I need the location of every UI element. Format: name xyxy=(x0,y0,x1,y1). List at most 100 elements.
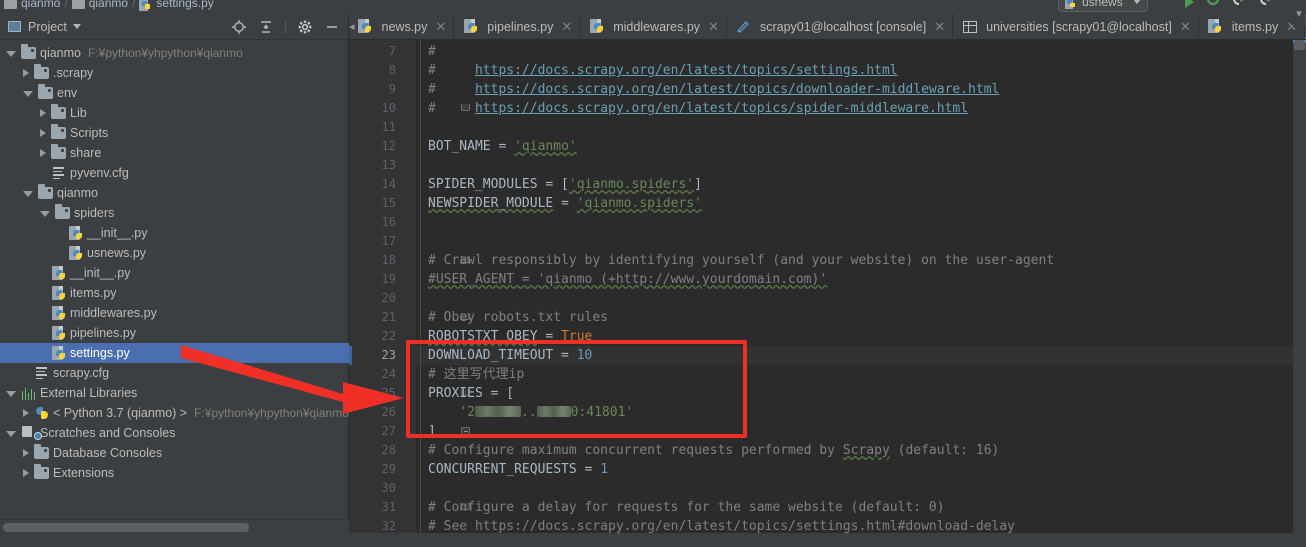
close-icon[interactable]: ✕ xyxy=(708,20,719,33)
tree-item-qianmo[interactable]: qianmo xyxy=(0,183,349,203)
tree-item-lib[interactable]: Lib xyxy=(0,103,349,123)
code-editor[interactable]: 7 8 9 10 11 12 13 14 15 16 17 18 19 20 21 22 23 24 25 26 27 2… xyxy=(349,40,1306,547)
code-token: (default: 16) xyxy=(889,443,1000,458)
chevron-right-icon[interactable] xyxy=(40,129,46,137)
breadcrumb-part-2[interactable]: settings.py xyxy=(156,0,213,10)
code-line[interactable]: ] xyxy=(428,422,436,441)
coverage-icon[interactable] xyxy=(1259,0,1274,11)
tree-item-qianmo[interactable]: qianmo F:¥python¥yhpython¥qianmo xyxy=(0,43,349,63)
tree-item-external-libraries[interactable]: External Libraries xyxy=(0,383,349,403)
scratches-icon xyxy=(20,426,42,440)
editor-tab-news-py[interactable]: news.py ✕ xyxy=(355,14,455,39)
code-line[interactable]: # xyxy=(428,42,436,61)
code-content[interactable]: # # https://docs.scrapy.org/en/latest/top… xyxy=(416,40,1306,547)
tree-item-spiders[interactable]: spiders xyxy=(0,203,349,223)
collapse-all-icon[interactable] xyxy=(258,19,274,35)
editor-tab-pipelines-py[interactable]: pipelines.py ✕ xyxy=(454,14,581,39)
tree-item-env[interactable]: env xyxy=(0,83,349,103)
code-line[interactable]: # Configure maximum concurrent requests … xyxy=(428,441,999,460)
code-line[interactable]: # https://docs.scrapy.org/en/latest/topi… xyxy=(428,99,968,118)
tree-item-middlewares-py[interactable]: middlewares.py xyxy=(0,303,349,323)
tree-item-settings-py[interactable]: settings.py xyxy=(0,343,349,363)
tree-item-database-consoles[interactable]: Database Consoles xyxy=(0,443,349,463)
tree-item-share[interactable]: share xyxy=(0,143,349,163)
run-configuration-selector[interactable]: usnews xyxy=(1058,0,1148,12)
project-horizontal-scrollbar[interactable] xyxy=(0,519,349,533)
close-icon[interactable]: ✕ xyxy=(1180,20,1191,33)
code-line[interactable]: DOWNLOAD_TIMEOUT = 10 xyxy=(428,346,592,365)
build-icon[interactable] xyxy=(1206,0,1220,11)
editor-tab-universities-scrapy01-localhost[interactable]: universities [scrapy01@localhost] ✕ xyxy=(953,14,1199,39)
hide-icon[interactable] xyxy=(324,19,340,35)
code-line[interactable]: CONCURRENT_REQUESTS = 1 xyxy=(428,460,608,479)
chevron-right-icon[interactable] xyxy=(23,409,29,417)
code-folding-strip[interactable] xyxy=(404,40,470,547)
tree-item-scrapy-cfg[interactable]: scrapy.cfg xyxy=(0,363,349,383)
code-line[interactable]: BOT_NAME = 'qianmo' xyxy=(428,137,577,156)
chevron-down-icon[interactable] xyxy=(6,51,16,57)
code-line[interactable]: '2.. 0:41801' xyxy=(428,403,633,422)
code-line[interactable]: PROXIES = [ xyxy=(428,384,514,403)
code-token: 0:41801' xyxy=(570,405,634,420)
code-line[interactable]: # 这里写代理ip xyxy=(428,365,524,384)
tree-item-label: Scratches and Consoles xyxy=(40,426,176,440)
chevron-right-icon[interactable] xyxy=(23,449,29,457)
tree-item-scratches-and-consoles[interactable]: Scratches and Consoles xyxy=(0,423,349,443)
tree-item-items-py[interactable]: items.py xyxy=(0,283,349,303)
code-token: # Configure maximum concurrent requests … xyxy=(428,443,843,458)
close-icon[interactable]: ✕ xyxy=(561,20,572,33)
project-tree[interactable]: qianmo F:¥python¥yhpython¥qianmo .scrapy en… xyxy=(0,40,349,517)
code-line[interactable]: NEWSPIDER_MODULE = 'qianmo.spiders' xyxy=(428,194,702,213)
code-token: 1 xyxy=(600,462,609,477)
tree-item-init-py[interactable]: __init__.py xyxy=(0,223,349,243)
run-icon[interactable] xyxy=(1185,0,1194,8)
code-line[interactable]: ROBOTSTXT_OBEY = True xyxy=(428,327,592,346)
code-line[interactable]: # Crawl responsibly by identifying yours… xyxy=(428,251,1054,270)
editor-tab-bar[interactable]: ◂ news.py ✕ pipelines.py ✕ middlewares.py ✕ scr… xyxy=(349,14,1306,40)
editor-tab-items-py[interactable]: items.py ✕ xyxy=(1199,14,1306,39)
close-icon[interactable]: ✕ xyxy=(934,20,945,33)
chevron-down-icon[interactable] xyxy=(23,191,33,197)
scrollbar-thumb[interactable] xyxy=(3,523,249,532)
close-icon[interactable]: ✕ xyxy=(435,20,446,33)
breadcrumb-part-1[interactable]: qianmo xyxy=(89,0,128,10)
chevron-down-icon[interactable] xyxy=(6,391,16,397)
code-line[interactable]: SPIDER_MODULES = ['qianmo.spiders'] xyxy=(428,175,702,194)
chevron-right-icon[interactable] xyxy=(23,469,29,477)
tree-item-extensions[interactable]: Extensions xyxy=(0,463,349,483)
editor-tab-middlewares-py[interactable]: middlewares.py ✕ xyxy=(580,14,727,39)
editor-tab-scrapy01-localhost-console[interactable]: scrapy01@localhost [console] ✕ xyxy=(727,14,954,39)
chevron-right-icon[interactable] xyxy=(40,149,46,157)
chevron-down-icon[interactable] xyxy=(23,91,33,97)
tree-item-pipelines-py[interactable]: pipelines.py xyxy=(0,323,349,343)
breadcrumb-part-0[interactable]: qianmo xyxy=(21,0,60,10)
chevron-down-icon[interactable] xyxy=(6,431,16,437)
settings-gear-icon[interactable] xyxy=(297,19,313,35)
code-line[interactable]: # Obey robots.txt rules xyxy=(428,308,608,327)
debug-icon[interactable] xyxy=(1232,0,1247,11)
tree-item-init-py[interactable]: __init__.py xyxy=(0,263,349,283)
line-number: 30 xyxy=(381,481,396,495)
tree-item-scripts[interactable]: Scripts xyxy=(0,123,349,143)
tree-item-python-3-7-qianmo[interactable]: < Python 3.7 (qianmo) > F:¥python¥yhpytho… xyxy=(0,403,349,423)
code-line[interactable]: #USER_AGENT = 'qianmo (+http://www.yourd… xyxy=(428,270,827,289)
tree-item-scrapy[interactable]: .scrapy xyxy=(0,63,349,83)
chevron-right-icon[interactable] xyxy=(40,109,46,117)
code-token: # xyxy=(428,101,475,116)
chevron-down-icon[interactable] xyxy=(40,211,50,217)
chevron-right-icon[interactable] xyxy=(23,69,29,77)
chevron-down-icon[interactable] xyxy=(72,24,81,29)
code-line[interactable]: # https://docs.scrapy.org/en/latest/topi… xyxy=(428,80,999,99)
code-token: = xyxy=(537,329,562,344)
tree-item-usnews-py[interactable]: usnews.py xyxy=(0,243,349,263)
code-line[interactable]: # https://docs.scrapy.org/en/latest/topi… xyxy=(428,61,898,80)
scrollbar-thumb[interactable] xyxy=(1294,40,1305,50)
code-token: SPIDER_MODULES xyxy=(428,177,538,192)
chevron-down-icon[interactable] xyxy=(1132,0,1141,4)
breadcrumb[interactable]: qianmo / qianmo / settings.py xyxy=(4,0,214,11)
tab-overflow-chevron-icon[interactable]: ▾ xyxy=(1293,0,1305,26)
editor-vertical-scrollbar[interactable] xyxy=(1293,40,1306,547)
code-line[interactable]: # Configure a delay for requests for the… xyxy=(428,498,945,517)
tree-item-pyvenv-cfg[interactable]: pyvenv.cfg xyxy=(0,163,349,183)
locate-icon[interactable] xyxy=(231,19,247,35)
